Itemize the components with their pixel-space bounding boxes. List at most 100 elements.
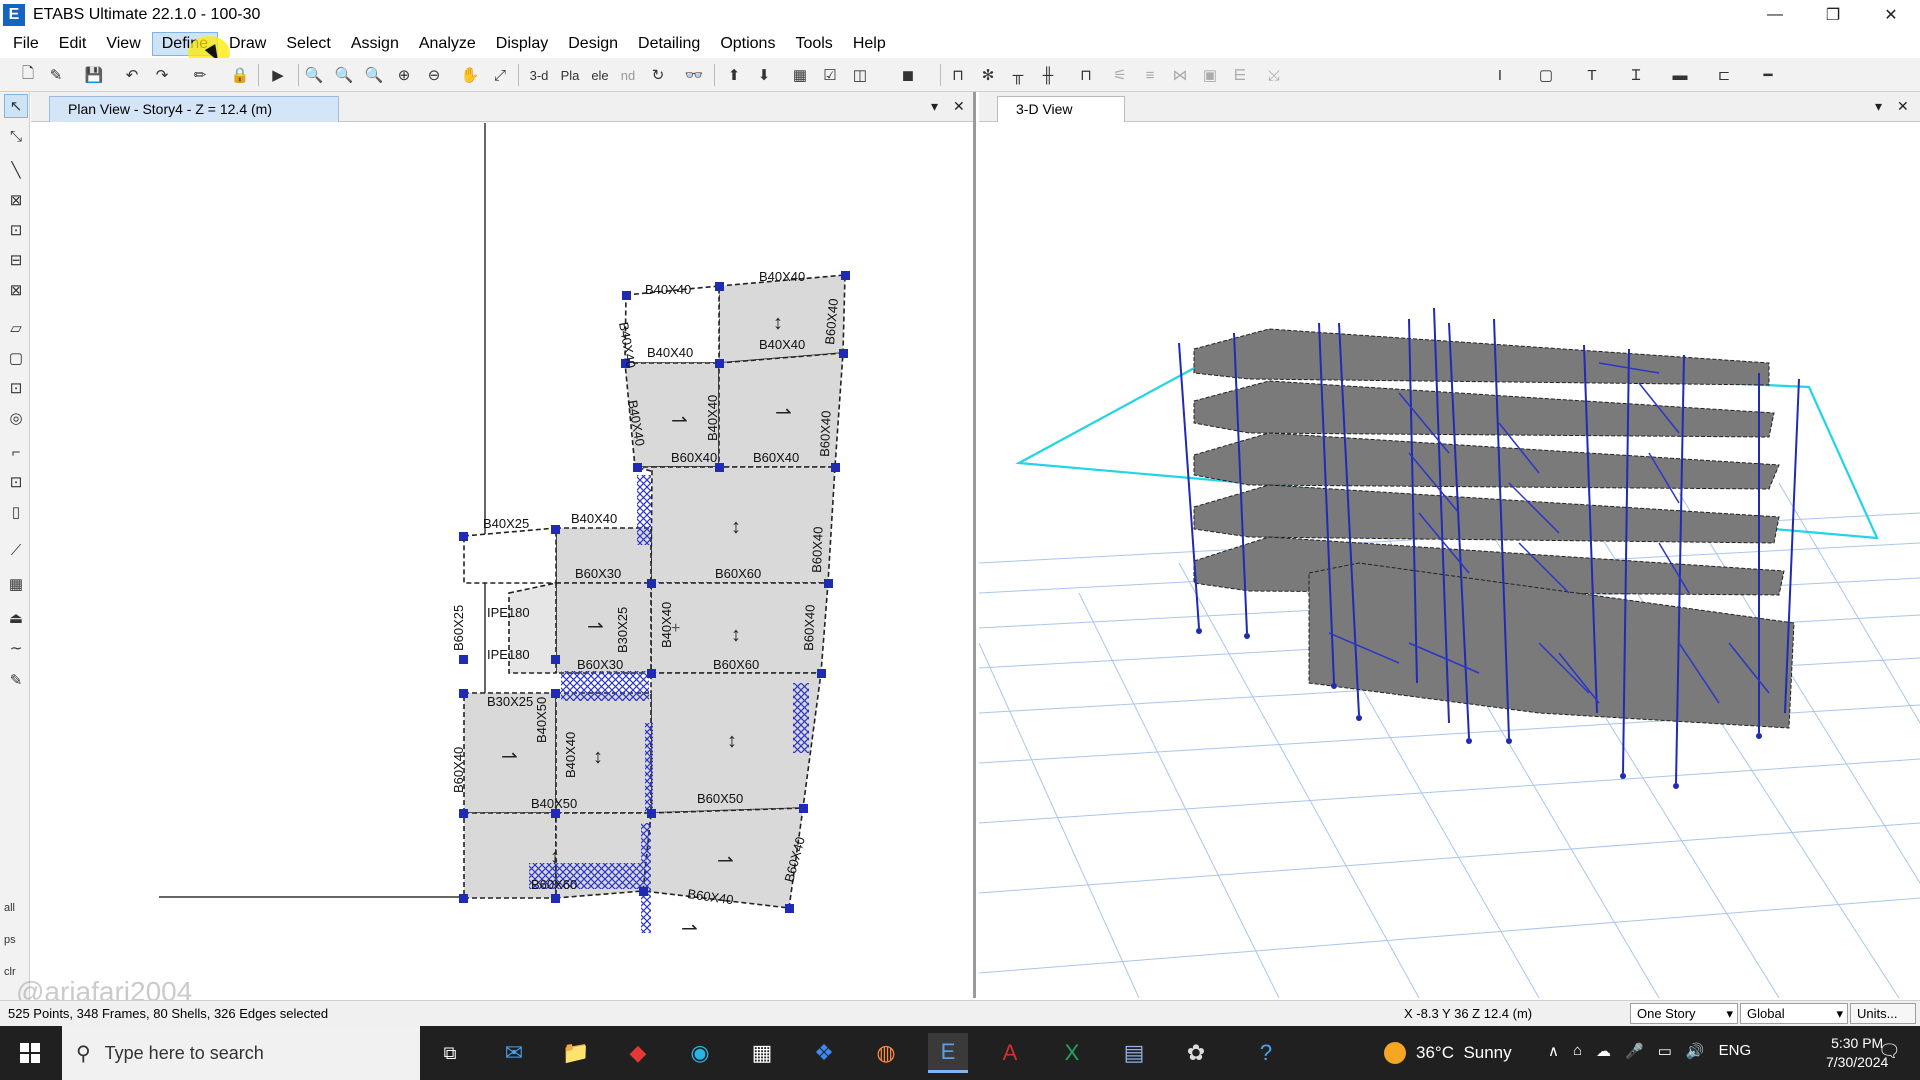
menu-display[interactable]: Display xyxy=(487,33,557,55)
draw-tendon-icon[interactable]: ∼ xyxy=(4,636,28,660)
move-up-icon[interactable]: ⬆ xyxy=(722,63,746,87)
draw-wall-stack-icon[interactable]: ▯ xyxy=(4,500,28,524)
draw-column-icon[interactable]: ⊡ xyxy=(4,218,28,242)
move-down-icon[interactable]: ⬇ xyxy=(752,63,776,87)
quick-draw-wall-icon[interactable]: ⊡ xyxy=(4,470,28,494)
microphone-icon[interactable]: 🎤 xyxy=(1625,1042,1644,1060)
clear-selection-button[interactable]: clr xyxy=(4,966,16,978)
3d-view-canvas[interactable] xyxy=(978,123,1920,999)
microsoft-store-icon[interactable]: ▦ xyxy=(742,1033,782,1073)
3d-close-icon[interactable]: ✕ xyxy=(1897,98,1909,115)
language-indicator[interactable]: ENG xyxy=(1719,1042,1752,1060)
draw-dimension-icon[interactable]: ✎ xyxy=(4,668,28,692)
beam-draw-icon[interactable]: ╥ xyxy=(1006,63,1030,87)
cloud-icon[interactable]: ☁ xyxy=(1596,1042,1611,1060)
new-model-icon[interactable]: 🗋 xyxy=(16,63,40,87)
open-icon[interactable]: ✎ xyxy=(44,63,68,87)
menu-edit[interactable]: Edit xyxy=(50,33,96,55)
menu-select[interactable]: Select xyxy=(277,33,339,55)
dropbox-icon[interactable]: ❖ xyxy=(804,1033,844,1073)
redo-icon[interactable]: ↷ xyxy=(150,63,174,87)
acrobat-icon[interactable]: A xyxy=(990,1033,1030,1073)
disabled-tool-icon-5[interactable]: ⋿ xyxy=(1228,63,1252,87)
save-icon[interactable]: 💾 xyxy=(82,63,106,87)
pan-icon[interactable]: ✋ xyxy=(458,63,482,87)
rotate-icon[interactable]: ↻ xyxy=(646,63,670,87)
disabled-tool-icon-1[interactable]: ⚟ xyxy=(1108,63,1132,87)
view-options-icon[interactable]: ◫ xyxy=(848,63,872,87)
zoom-in-icon[interactable]: ⊕ xyxy=(392,63,416,87)
plan-view-canvas[interactable]: B40X40 B40X40 B40X40 B40X40 B60X40 B60X4… xyxy=(31,123,973,998)
excel-icon[interactable]: X xyxy=(1052,1033,1092,1073)
draw-section-cut-icon[interactable]: ⏏ xyxy=(4,606,28,630)
lock-icon[interactable]: 🔒 xyxy=(228,63,252,87)
battery-icon[interactable]: ▭ xyxy=(1658,1042,1672,1060)
view-3d-button[interactable]: 3-d xyxy=(524,63,554,87)
windows-start-icon[interactable] xyxy=(0,1026,60,1080)
edge-browser-icon[interactable]: ◉ xyxy=(680,1033,720,1073)
calculator-icon[interactable]: ▤ xyxy=(1114,1033,1154,1073)
section-channel-icon[interactable]: ⊏ xyxy=(1712,63,1736,87)
story-selector[interactable]: One Story ▾ xyxy=(1630,1003,1738,1024)
previous-selection-button[interactable]: ps xyxy=(4,934,16,946)
chevron-up-icon[interactable]: ∧ xyxy=(1548,1042,1559,1060)
draw-grid-icon[interactable]: ▦ xyxy=(4,572,28,596)
network-icon[interactable]: ⌂ xyxy=(1573,1042,1582,1060)
taskbar-search-box[interactable]: ⚲ Type here to search xyxy=(62,1026,420,1080)
volume-icon[interactable]: 🔊 xyxy=(1686,1042,1705,1060)
firefox-icon[interactable]: ◍ xyxy=(866,1033,906,1073)
coordinate-system-selector[interactable]: Global ▾ xyxy=(1740,1003,1848,1024)
set-display-options-icon[interactable]: ▦ xyxy=(788,63,812,87)
restore-icon[interactable]: ❐ xyxy=(1804,0,1862,30)
3d-dropdown-icon[interactable]: ▾ xyxy=(1875,98,1882,115)
draw-opening-icon[interactable]: ◎ xyxy=(4,406,28,430)
etabs-taskbar-icon[interactable]: E xyxy=(928,1033,968,1073)
tab-3d-view[interactable]: 3-D View xyxy=(997,96,1125,122)
menu-help[interactable]: Help xyxy=(844,33,895,55)
disabled-tool-icon-2[interactable]: ≡ xyxy=(1138,63,1162,87)
draw-wall-icon[interactable]: ⌐ xyxy=(4,440,28,464)
menu-assign[interactable]: Assign xyxy=(342,33,408,55)
section-i-icon[interactable]: I xyxy=(1488,63,1512,87)
menu-file[interactable]: File xyxy=(4,33,48,55)
zoom-out-icon[interactable]: ⊖ xyxy=(422,63,446,87)
units-button[interactable]: Units... xyxy=(1850,1003,1916,1024)
section-wide-i-icon[interactable]: Ɪ xyxy=(1624,63,1648,87)
draw-floor-icon[interactable]: ▱ xyxy=(4,316,28,340)
elevation-view-button[interactable]: ele xyxy=(586,63,614,87)
draw-line-icon[interactable]: ╲ xyxy=(4,158,28,182)
zoom-restore-icon[interactable]: 🔍 xyxy=(332,63,356,87)
select-all-button[interactable]: all xyxy=(4,902,15,914)
task-view-icon[interactable]: ⧉ xyxy=(430,1033,470,1073)
perspective-icon[interactable]: 👓 xyxy=(682,63,706,87)
draw-brace-icon[interactable]: ⊠ xyxy=(4,278,28,302)
zoom-all-icon[interactable]: 🔍 xyxy=(362,63,386,87)
help-app-icon[interactable]: ? xyxy=(1246,1033,1286,1073)
draw-rect-floor-icon[interactable]: ▢ xyxy=(4,346,28,370)
mail-icon[interactable]: ✉ xyxy=(494,1033,534,1073)
plan-view-button[interactable]: Pla xyxy=(556,63,584,87)
minimize-icon[interactable]: — xyxy=(1746,0,1804,30)
plan-dropdown-icon[interactable]: ▾ xyxy=(931,98,938,115)
object-view-icon[interactable]: ◼ xyxy=(896,63,920,87)
quick-draw-floor-icon[interactable]: ⊡ xyxy=(4,376,28,400)
draw-link-icon[interactable]: ⟋ xyxy=(4,538,28,562)
reshape-icon[interactable]: ⤡ xyxy=(4,124,28,148)
menu-view[interactable]: View xyxy=(97,33,149,55)
plan-close-icon[interactable]: ✕ xyxy=(953,98,965,115)
disabled-tool-icon-4[interactable]: ▣ xyxy=(1198,63,1222,87)
section-box-icon[interactable]: ▢ xyxy=(1534,63,1558,87)
section-tee-icon[interactable]: T xyxy=(1580,63,1604,87)
close-icon[interactable]: ✕ xyxy=(1862,0,1920,30)
section-angle-icon[interactable]: ▬ xyxy=(1668,63,1692,87)
notification-icon[interactable]: 🗨 xyxy=(1878,1041,1901,1062)
tab-plan-view[interactable]: Plan View - Story4 - Z = 12.4 (m) xyxy=(49,96,339,122)
disabled-tool-icon-6[interactable]: ⤩ xyxy=(1262,63,1286,87)
check-icon[interactable]: ☑ xyxy=(818,63,842,87)
brace-draw-icon[interactable]: ✻ xyxy=(976,63,1000,87)
pointer-icon[interactable]: ↖ xyxy=(4,94,28,118)
draw-frame-icon[interactable]: ⊠ xyxy=(4,188,28,212)
file-explorer-icon[interactable]: 📁 xyxy=(556,1033,596,1073)
pencil-icon[interactable]: ✏ xyxy=(188,63,212,87)
red-diamond-app-icon[interactable]: ◆ xyxy=(618,1033,658,1073)
